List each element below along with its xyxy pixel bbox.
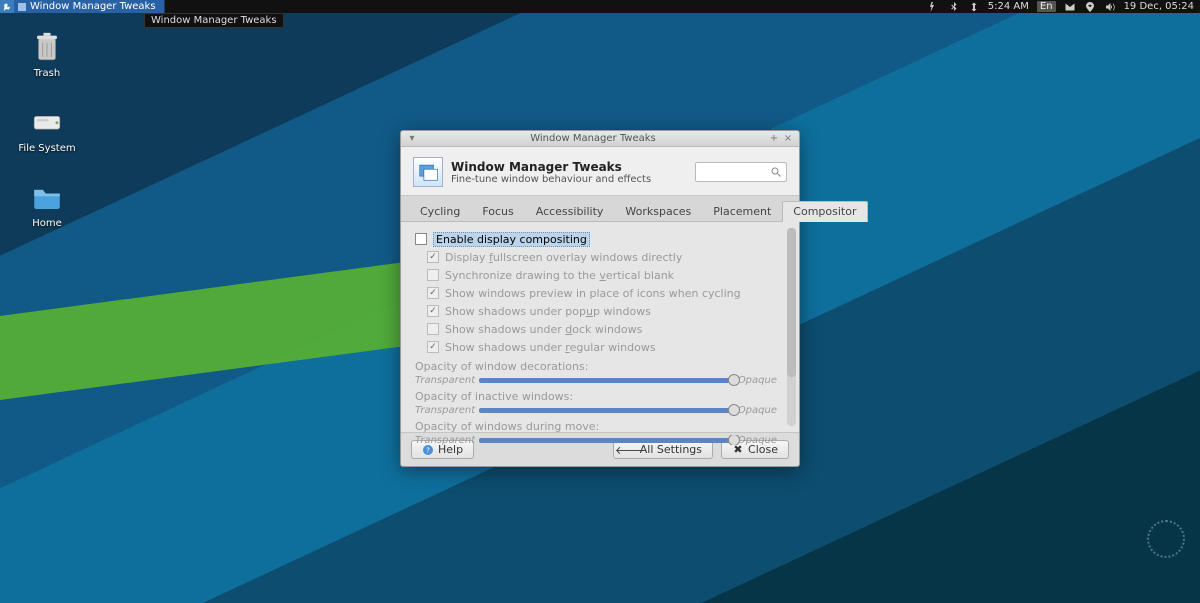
tab-accessibility[interactable]: Accessibility [525,201,615,222]
search-input[interactable] [695,162,787,182]
checkbox-label: Show windows preview in place of icons w… [445,287,741,300]
header-subtitle: Fine-tune window behaviour and effects [451,174,651,185]
desktop-icon-label: Home [12,218,82,229]
close-icon: ✖ [732,444,744,456]
slider-max-label: Opaque [738,435,777,445]
dialog-header: Window Manager Tweaks Fine-tune window b… [401,147,799,196]
scrollbar[interactable] [787,228,796,426]
taskbar-item-label: Window Manager Tweaks [30,1,156,12]
loading-spinner-icon [1147,520,1185,558]
taskbar-tooltip: Window Manager Tweaks [144,13,284,28]
slider-min-label: Transparent [415,435,475,445]
app-icon [413,157,443,187]
tab-focus[interactable]: Focus [471,201,524,222]
tab-placement[interactable]: Placement [702,201,782,222]
power-icon[interactable] [928,1,940,13]
tab-bar: Cycling Focus Accessibility Workspaces P… [401,196,799,222]
checkbox-sync-vblank[interactable]: Synchronize drawing to the vertical blan… [415,266,791,284]
clock-time[interactable]: 5:24 AM [988,1,1029,12]
section-opacity-move: Opacity of windows during move: [415,420,791,433]
back-icon: 🡐 [624,444,636,456]
window-title: Window Manager Tweaks [419,133,767,144]
checkbox-label: Show shadows under regular windows [445,341,656,354]
window-manager-tweaks-dialog: ▾ Window Manager Tweaks + × Window Manag… [400,130,800,467]
minimize-button[interactable]: + [767,133,781,144]
checkbox-fullscreen-overlay[interactable]: ✓ Display fullscreen overlay windows dir… [415,248,791,266]
notifications-icon[interactable] [1084,1,1096,13]
slider-opacity-decorations[interactable]: Transparent Opaque [415,375,791,386]
header-title: Window Manager Tweaks [451,160,651,174]
checkbox-label: Show shadows under dock windows [445,323,642,336]
network-icon[interactable] [968,1,980,13]
slider-min-label: Transparent [415,375,475,386]
tab-compositor[interactable]: Compositor [782,201,867,222]
slider-max-label: Opaque [738,375,777,386]
svg-text:?: ? [426,446,430,454]
checkbox-label: Show shadows under popup windows [445,305,651,318]
clock-date[interactable]: 19 Dec, 05:24 [1124,1,1194,12]
close-button[interactable]: × [781,133,795,144]
slider-max-label: Opaque [738,405,777,416]
checkbox-popup-shadows[interactable]: ✓ Show shadows under popup windows [415,302,791,320]
titlebar[interactable]: ▾ Window Manager Tweaks + × [401,131,799,147]
slider-opacity-move[interactable]: Transparent Opaque [415,435,791,445]
slider-opacity-inactive[interactable]: Transparent Opaque [415,405,791,416]
desktop-icon-label: Trash [12,68,82,79]
keyboard-layout-indicator[interactable]: En [1037,1,1056,12]
desktop-icon-trash[interactable]: Trash [12,30,82,79]
checkbox-window-preview[interactable]: ✓ Show windows preview in place of icons… [415,284,791,302]
section-opacity-inactive: Opacity of inactive windows: [415,390,791,403]
taskbar-item-wm-tweaks[interactable]: Window Manager Tweaks [14,0,165,13]
whisker-menu-button[interactable] [0,0,14,13]
tab-workspaces[interactable]: Workspaces [614,201,702,222]
section-opacity-decorations: Opacity of window decorations: [415,360,791,373]
checkbox-dock-shadows[interactable]: Show shadows under dock windows [415,320,791,338]
desktop-root: Window Manager Tweaks 5:24 AM En 19 Dec,… [0,0,1200,603]
app-icon [18,3,26,11]
bluetooth-icon[interactable] [948,1,960,13]
checkbox-regular-shadows[interactable]: ✓ Show shadows under regular windows [415,338,791,356]
volume-icon[interactable] [1104,1,1116,13]
tab-content-compositor: Enable display compositing ✓ Display ful… [401,222,799,432]
slider-min-label: Transparent [415,405,475,416]
desktop-icon-label: File System [12,143,82,154]
menu-button[interactable]: ▾ [405,133,419,144]
checkbox-label: Synchronize drawing to the vertical blan… [445,269,674,282]
checkbox-label: Enable display compositing [433,232,590,247]
checkbox-label: Display fullscreen overlay windows direc… [445,251,682,264]
help-icon: ? [422,444,434,456]
desktop-icon-filesystem[interactable]: File System [12,105,82,154]
mail-icon[interactable] [1064,1,1076,13]
checkbox-enable-compositing[interactable]: Enable display compositing [415,230,791,248]
desktop-icon-home[interactable]: Home [12,180,82,229]
tab-cycling[interactable]: Cycling [409,201,471,222]
wallpaper-accent [0,260,420,400]
top-panel: Window Manager Tweaks 5:24 AM En 19 Dec,… [0,0,1200,13]
